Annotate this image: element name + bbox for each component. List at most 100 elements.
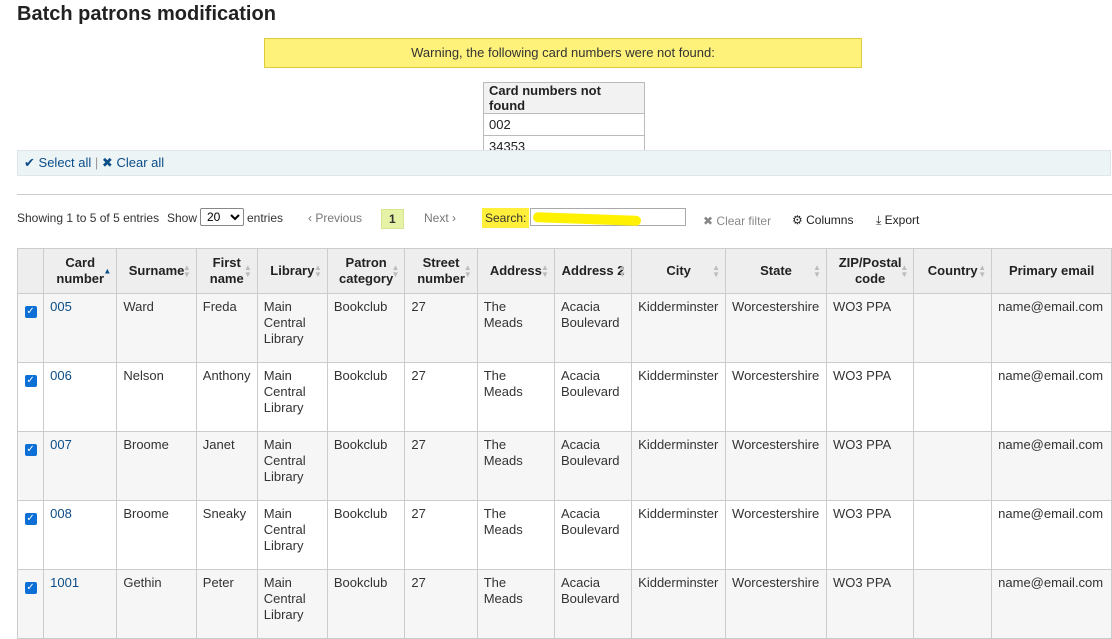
not-found-item: 002 [483,113,645,136]
sort-icon: ▲ ▼ [813,263,821,279]
card-number-link[interactable]: 005 [50,299,72,314]
header-patron-category[interactable]: Patron category ▲ ▼ [326,248,406,294]
cell-library: Main Central Library [256,293,328,363]
next-page-button[interactable]: Next › [424,208,456,228]
header-state[interactable]: State ▲ ▼ [725,248,827,294]
cell-address: The Meads [476,569,555,639]
cell-primary-email: name@email.com [991,569,1112,639]
cell-address: The Meads [476,293,555,363]
select-all-label: Select all [38,155,92,170]
header-country[interactable]: Country ▲ ▼ [913,248,993,294]
page-length-select[interactable]: 20 [200,208,244,226]
header-street-number[interactable]: Street number ▲ ▼ [404,248,478,294]
cell-first-name: Janet [195,431,258,501]
gear-icon: ⚙ [792,213,803,227]
header-label: State [760,263,792,278]
cell-surname: Broome [116,431,197,501]
previous-label: Previous [315,211,363,225]
cell-country [913,569,993,639]
header-label: Country [927,263,978,278]
select-all-link[interactable]: ✔ Select all [24,155,91,170]
cell-country [913,293,993,363]
cell-library: Main Central Library [256,500,328,570]
entries-label: entries [247,211,284,225]
columns-label: Columns [806,213,854,227]
header-primary-email[interactable]: Primary email [991,248,1112,294]
header-library[interactable]: Library ▲ ▼ [256,248,328,294]
header-label: Patron category [339,255,394,286]
separator: | [94,155,99,170]
not-found-table: Card numbers not found 002 34353 [483,82,645,158]
cell-zip: WO3 PPA [825,362,915,432]
warning-message: Warning, the following card numbers were… [264,38,862,68]
cell-surname: Gethin [116,569,197,639]
cell-city: Kidderminster [631,500,727,570]
previous-page-button[interactable]: ‹ Previous [308,208,362,228]
sort-icon: ▲ ▼ [541,263,549,279]
cell-country [913,431,993,501]
table-row: ✓ 005 Ward Freda Main Central Library Bookclu… [16,293,1112,363]
sort-icon: ▲ ▼ [618,263,627,279]
cell-zip: WO3 PPA [825,500,915,570]
cell-zip: WO3 PPA [825,431,915,501]
header-first-name[interactable]: First name ▲ ▼ [195,248,258,294]
card-number-link[interactable]: 006 [50,368,72,383]
cell-first-name: Peter [195,569,258,639]
cell-patron-category: Bookclub [326,569,406,639]
header-label: ZIP/Postal code [838,255,902,286]
current-page-button[interactable]: 1 [381,209,404,229]
row-checkbox[interactable]: ✓ [24,306,37,318]
header-address[interactable]: Address ▲ ▼ [476,248,555,294]
export-button[interactable]: ⤓ Export [876,210,919,230]
clear-filter-button[interactable]: ✖ Clear filter [703,211,771,231]
cell-patron-category: Bookclub [326,293,406,363]
header-label: City [666,263,691,278]
card-number-link[interactable]: 007 [50,437,72,452]
page-title: Batch patrons modification [17,3,276,25]
header-label: Card number [56,255,105,286]
sort-icon: ▲ ▼ [182,263,191,279]
sort-icon: ▲ ▼ [463,263,472,279]
header-address-2[interactable]: Address 2 ▲ ▼ [553,248,633,294]
row-checkbox[interactable]: ✓ [24,582,37,594]
sort-icon: ▲ ▼ [391,263,400,279]
cell-card-number: 1001 [43,569,118,639]
cell-state: Worcestershire [725,362,827,432]
cell-library: Main Central Library [256,569,328,639]
card-number-link[interactable]: 1001 [50,575,79,590]
cell-address: The Meads [476,362,555,432]
columns-button[interactable]: ⚙ Columns [792,210,853,230]
row-checkbox[interactable]: ✓ [24,444,37,456]
chevron-left-icon: ‹ [308,211,312,225]
row-checkbox[interactable]: ✓ [24,513,37,525]
clear-all-link[interactable]: ✖ Clear all [102,155,164,170]
sort-icon: ▲ ▼ [243,263,252,279]
cell-city: Kidderminster [631,569,727,639]
clear-filter-label: Clear filter [716,214,772,228]
row-checkbox[interactable]: ✓ [24,375,37,387]
cell-street-number: 27 [404,500,478,570]
cell-zip: WO3 PPA [825,293,915,363]
table-row: ✓ 008 Broome Sneaky Main Central Library Book… [16,500,1112,570]
header-zip[interactable]: ZIP/Postal code ▲ ▼ [825,248,915,294]
cell-country [913,500,993,570]
row-select-cell: ✓ [16,293,45,363]
cell-surname: Nelson [116,362,197,432]
cell-card-number: 006 [43,362,118,432]
not-found-header: Card numbers not found [483,82,645,114]
cell-surname: Broome [116,500,197,570]
cell-address-2: Acacia Boulevard [553,500,633,570]
cell-address: The Meads [476,500,555,570]
cell-address-2: Acacia Boulevard [553,569,633,639]
cell-address: The Meads [476,431,555,501]
cell-card-number: 005 [43,293,118,363]
header-surname[interactable]: Surname ▲ ▼ [116,248,197,294]
header-city[interactable]: City ▲ ▼ [631,248,727,294]
header-card-number[interactable]: Card number ▲ [43,248,118,294]
card-number-link[interactable]: 008 [50,506,72,521]
cell-card-number: 007 [43,431,118,501]
header-label: Surname [128,263,185,278]
patrons-table: Card number ▲ Surname ▲ ▼ First name ▲ ▼ Libr… [16,248,1112,639]
x-icon: ✖ [703,214,714,228]
table-row: ✓ 1001 Gethin Peter Main Central Library Book… [16,569,1112,639]
